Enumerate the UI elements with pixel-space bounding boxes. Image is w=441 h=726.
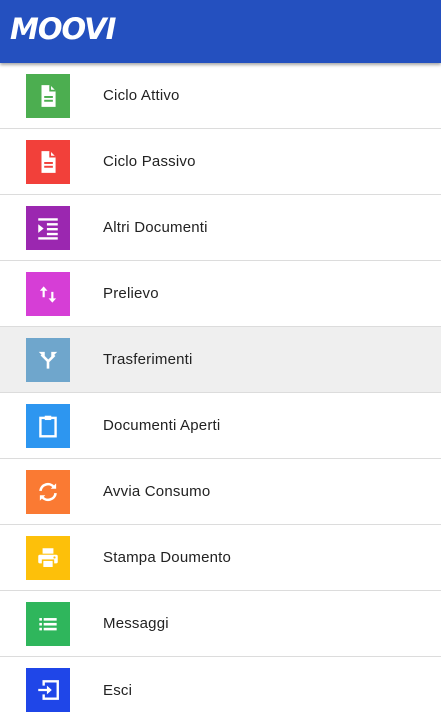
main-menu: Ciclo Attivo Ciclo Passivo Altri Documen…	[0, 63, 441, 723]
sync-icon	[39, 482, 57, 501]
ciclo-passivo-tile	[26, 139, 70, 184]
app-logo: MOOVI	[10, 12, 116, 46]
clipboard-icon	[39, 415, 57, 437]
menu-item-ciclo-passivo[interactable]: Ciclo Passivo	[0, 129, 441, 195]
menu-label: Stampa Doumento	[103, 549, 232, 566]
app-window: MOOVI Ciclo Attivo Ciclo Passivo Altri D…	[0, 0, 441, 726]
documenti-aperti-tile	[26, 403, 70, 448]
menu-label: Altri Documenti	[103, 219, 208, 236]
trasferimenti-tile	[26, 337, 70, 382]
menu-item-messaggi[interactable]: Messaggi	[0, 591, 441, 657]
menu-label: Prelievo	[103, 285, 159, 302]
altri-documenti-tile	[26, 205, 70, 250]
indent-list-icon	[38, 217, 58, 240]
menu-item-esci[interactable]: Esci	[0, 657, 441, 723]
menu-item-avvia-consumo[interactable]: Avvia Consumo	[0, 459, 441, 525]
menu-item-prelievo[interactable]: Prelievo	[0, 261, 441, 327]
esci-tile	[26, 668, 70, 712]
menu-label: Ciclo Attivo	[103, 87, 180, 104]
app-header: MOOVI	[0, 0, 441, 63]
split-arrows-icon	[38, 351, 58, 369]
list-icon	[39, 617, 57, 630]
swap-vertical-icon	[39, 285, 57, 303]
stampa-doumento-tile	[26, 535, 70, 580]
menu-label: Avvia Consumo	[103, 483, 211, 500]
menu-label: Esci	[103, 681, 133, 699]
ciclo-attivo-tile	[26, 73, 70, 118]
messaggi-tile	[26, 601, 70, 646]
avvia-consumo-tile	[26, 469, 70, 514]
document-icon	[41, 150, 56, 173]
printer-icon	[38, 547, 58, 569]
menu-label: Ciclo Passivo	[103, 153, 196, 170]
menu-label: Trasferimenti	[103, 351, 193, 368]
menu-item-trasferimenti[interactable]: Trasferimenti	[0, 327, 441, 393]
menu-item-stampa-doumento[interactable]: Stampa Doumento	[0, 525, 441, 591]
prelievo-tile	[26, 271, 70, 316]
menu-item-documenti-aperti[interactable]: Documenti Aperti	[0, 393, 441, 459]
menu-label: Documenti Aperti	[103, 417, 221, 434]
menu-label: Messaggi	[103, 615, 169, 632]
sign-out-icon	[38, 680, 59, 700]
document-icon	[41, 84, 56, 107]
menu-item-ciclo-attivo[interactable]: Ciclo Attivo	[0, 63, 441, 129]
menu-item-altri-documenti[interactable]: Altri Documenti	[0, 195, 441, 261]
